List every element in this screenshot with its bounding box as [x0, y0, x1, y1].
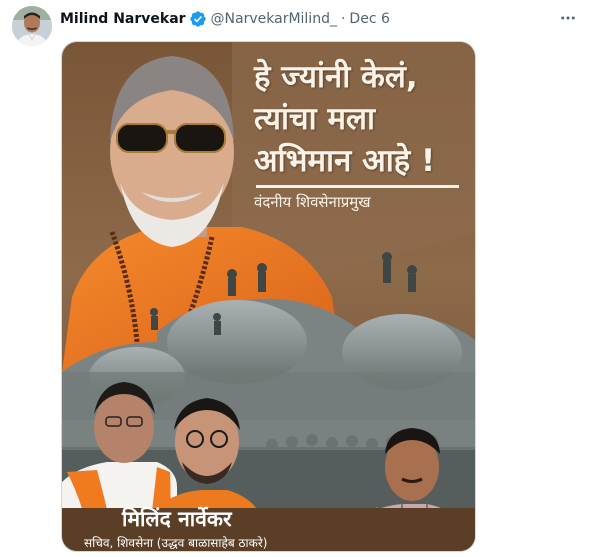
- author-display-name[interactable]: Milind Narvekar: [60, 11, 186, 27]
- tweet-media-image[interactable]: हे ज्यांनी केलं, त्यांचा मला अभिमान आहे …: [61, 41, 476, 552]
- tweet-date[interactable]: Dec 6: [349, 11, 389, 27]
- tweet-header: Milind Narvekar @NarvekarMilind_ · Dec 6: [60, 9, 390, 29]
- more-options-button[interactable]: [556, 8, 580, 28]
- poster-headline: हे ज्यांनी केलं, त्यांचा मला अभिमान आहे …: [254, 56, 469, 182]
- poster-headline-line: त्यांचा मला: [254, 101, 376, 137]
- author-avatar[interactable]: [12, 6, 52, 46]
- poster-headline-line: अभिमान आहे !: [254, 143, 436, 179]
- separator-dot: ·: [340, 11, 346, 27]
- tagline-divider: [256, 185, 459, 188]
- author-handle[interactable]: @NarvekarMilind_: [211, 11, 337, 27]
- tweet-card[interactable]: Milind Narvekar @NarvekarMilind_ · Dec 6: [0, 0, 592, 557]
- poster-role: सचिव, शिवसेना (उद्धव बाळासाहेब ठाकरे): [84, 536, 268, 550]
- more-horizontal-icon: [561, 16, 575, 20]
- poster-tagline: वंदनीय शिवसेनाप्रमुख: [254, 193, 371, 211]
- poster-name: मिलिंद नार्वेकर: [122, 507, 232, 531]
- poster-headline-line: हे ज्यांनी केलं,: [254, 59, 418, 95]
- verified-badge-icon: [189, 10, 207, 28]
- avatar-portrait: [12, 6, 52, 46]
